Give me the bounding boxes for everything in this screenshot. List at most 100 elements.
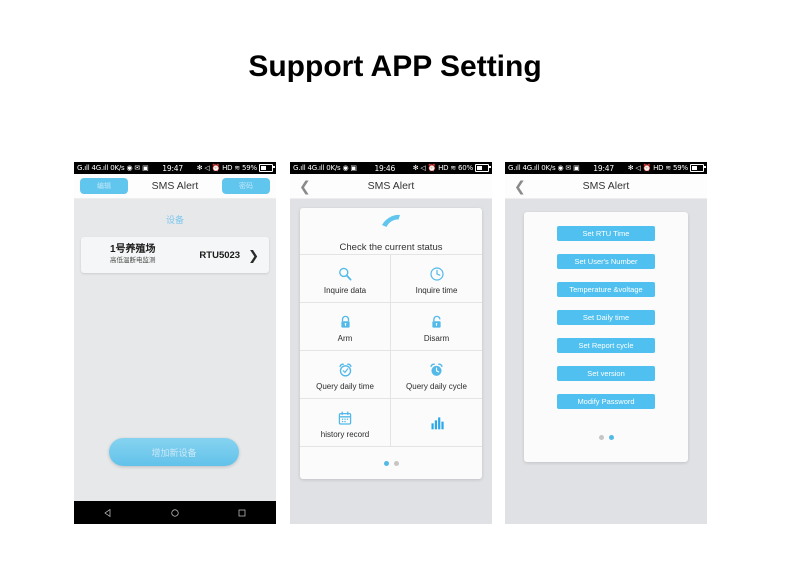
hd-icon: HD: [222, 164, 233, 172]
back-icon[interactable]: [103, 508, 113, 518]
grid-cell-query-daily-time[interactable]: Query daily time: [300, 351, 391, 399]
settings-commands-body: Set RTU Time Set User's Number Temperatu…: [505, 199, 707, 524]
command-button-temperature-voltage[interactable]: Temperature &voltage: [557, 282, 655, 297]
clock-label: 19:47: [593, 163, 614, 173]
phone-call-icon: [300, 212, 482, 236]
grid-cell-label: Query daily time: [316, 381, 374, 391]
battery-percent: 60%: [458, 164, 473, 172]
netspeed-label: 0K/s: [541, 164, 556, 172]
grid-cell-label: Arm: [337, 333, 353, 343]
home-icon[interactable]: [170, 508, 180, 518]
bluetooth-icon: ✻: [412, 164, 419, 172]
status-bar-left: G.ıll 4G.ıll 0K/s ◉ ✉ ▣: [77, 164, 149, 172]
phone-screen-sms-commands-page1: G.ıll 4G.ıll 0K/s ◉ ▣ 19:46 ✻ ◁ ⏰ HD ≋ 6…: [290, 162, 492, 524]
netspeed-label: 0K/s: [326, 164, 341, 172]
sms-commands-body: Check the current status Inquire data In…: [290, 199, 492, 524]
sync-icon: ◉: [342, 164, 349, 172]
message-icon: ✉: [134, 164, 141, 172]
grid-cell-query-daily-cycle[interactable]: Query daily cycle: [391, 351, 482, 399]
carrier-label: G.ıll 4G.ıll: [508, 164, 540, 172]
page-dot-2[interactable]: [608, 434, 614, 440]
command-button-modify-password[interactable]: Modify Password: [557, 394, 655, 409]
grid-cell-history-record[interactable]: history record: [300, 399, 391, 447]
device-card[interactable]: 1号养殖场 高低温断电监测 RTU5023 ❯: [81, 237, 269, 273]
page-dot-1[interactable]: [598, 434, 604, 440]
grid-cell-inquire-time[interactable]: Inquire time: [391, 255, 482, 303]
grid-cell-label: history record: [320, 429, 370, 439]
bar-chart-icon: [428, 411, 446, 433]
page-dot-1[interactable]: [383, 460, 389, 466]
phone-screenshots-group: G.ıll 4G.ıll 0K/s ◉ ✉ ▣ 19:47 ✻ ◁ ⏰ HD ≋…: [74, 162, 710, 524]
command-button-set-report-cycle[interactable]: Set Report cycle: [557, 338, 655, 353]
page-indicator: [300, 447, 482, 479]
chevron-right-icon: ❯: [248, 247, 259, 263]
status-bar-right: ✻ ◁ ⏰ HD ≋ 59%: [196, 164, 275, 172]
device-subtitle: 高低温断电监测: [110, 257, 156, 264]
page-dot-2[interactable]: [393, 460, 399, 466]
grid-cell-label: Inquire time: [415, 285, 458, 295]
battery-percent: 59%: [673, 164, 688, 172]
recents-icon[interactable]: [237, 508, 247, 518]
battery-icon: [259, 164, 275, 172]
status-bar-left: G.ıll 4G.ıll 0K/s ◉ ▣: [293, 164, 357, 172]
add-device-button[interactable]: 增加新设备: [109, 438, 239, 466]
command-button-set-rtu-time[interactable]: Set RTU Time: [557, 226, 655, 241]
android-navigation-bar: [74, 501, 276, 524]
battery-icon: [475, 164, 491, 172]
check-status-cell[interactable]: Check the current status: [300, 208, 482, 255]
clock-label: 19:46: [374, 163, 396, 173]
sync-icon: ◉: [557, 164, 564, 172]
page-indicator: [598, 422, 614, 452]
wifi-icon: ≋: [234, 164, 241, 172]
command-grid-card: Check the current status Inquire data In…: [300, 208, 482, 479]
alarm-clock-check-icon: [337, 359, 354, 381]
lock-open-icon: [429, 311, 444, 333]
grid-cell-disarm[interactable]: Disarm: [391, 303, 482, 351]
phone-screen-sms-commands-page2: G.ıll 4G.ıll 0K/s ◉ ✉ ▣ 19:47 ✻ ◁ ⏰ HD ≋…: [505, 162, 707, 524]
carrier-label: G.ıll 4G.ıll: [77, 164, 109, 172]
device-card-text: 1号养殖场 高低温断电监测: [81, 244, 199, 266]
carrier-label: G.ıll 4G.ıll: [293, 164, 325, 172]
back-chevron-icon[interactable]: ❮: [514, 179, 526, 193]
command-list-card: Set RTU Time Set User's Number Temperatu…: [524, 212, 688, 462]
mute-icon: ◁: [635, 164, 641, 172]
grid-cell-arm[interactable]: Arm: [300, 303, 391, 351]
back-chevron-icon[interactable]: ❮: [299, 179, 311, 193]
command-button-set-users-number[interactable]: Set User's Number: [557, 254, 655, 269]
command-button-set-version[interactable]: Set version: [557, 366, 655, 381]
calendar-icon: [337, 407, 353, 429]
message-icon: ✉: [565, 164, 572, 172]
command-grid: Inquire data Inquire time Arm Disarm Que…: [300, 255, 482, 447]
hd-icon: HD: [653, 164, 664, 172]
status-bar-left: G.ıll 4G.ıll 0K/s ◉ ✉ ▣: [508, 164, 580, 172]
edit-button[interactable]: 编辑: [80, 178, 128, 194]
status-bar: G.ıll 4G.ıll 0K/s ◉ ✉ ▣ 19:47 ✻ ◁ ⏰ HD ≋…: [74, 162, 276, 174]
alarm-icon: ⏰: [211, 164, 221, 172]
command-button-set-daily-time[interactable]: Set Daily time: [557, 310, 655, 325]
bluetooth-icon: ✻: [627, 164, 634, 172]
status-bar: G.ıll 4G.ıll 0K/s ◉ ▣ 19:46 ✻ ◁ ⏰ HD ≋ 6…: [290, 162, 492, 174]
device-model: RTU5023: [199, 249, 241, 261]
clock-icon: [429, 263, 445, 285]
sync-icon: ◉: [126, 164, 133, 172]
alarm-icon: ⏰: [642, 164, 652, 172]
password-button[interactable]: 密码: [222, 178, 270, 194]
wifi-icon: ≋: [450, 164, 457, 172]
grid-cell-label: Inquire data: [323, 285, 367, 295]
mute-icon: ◁: [420, 164, 426, 172]
app-title-bar: ❮ SMS Alert: [290, 174, 492, 199]
status-bar-right: ✻ ◁ ⏰ HD ≋ 59%: [627, 164, 706, 172]
clock-label: 19:47: [162, 163, 183, 173]
grid-cell-label: Query daily cycle: [406, 381, 467, 391]
grid-cell-inquire-data[interactable]: Inquire data: [300, 255, 391, 303]
status-bar-right: ✻ ◁ ⏰ HD ≋ 60%: [412, 164, 491, 172]
app-title-bar: ❮ SMS Alert: [505, 174, 707, 199]
bluetooth-icon: ✻: [196, 164, 203, 172]
alarm-icon: ⏰: [427, 164, 437, 172]
device-name: 1号养殖场: [110, 244, 156, 255]
mute-icon: ◁: [204, 164, 210, 172]
alarm-clock-icon: [428, 359, 445, 381]
section-label-device: 设备: [165, 215, 184, 225]
battery-icon: [690, 164, 706, 172]
grid-cell-chart[interactable]: [391, 399, 482, 447]
